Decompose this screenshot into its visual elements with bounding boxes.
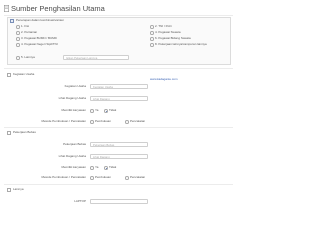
page-title: Sumber Penghasilan Utama — [11, 4, 105, 13]
freelance-employees-no-radio[interactable] — [104, 166, 108, 170]
option-radio-4[interactable] — [16, 43, 20, 47]
freelance-checkbox[interactable] — [7, 131, 11, 135]
option-radio-r4[interactable] — [150, 43, 154, 47]
option-radio-5[interactable] — [16, 56, 20, 60]
website-link[interactable]: www.kadaganie.com — [150, 77, 178, 81]
freelance-bookkeeping-option: Pembukuan — [95, 175, 112, 179]
option-radio-r2[interactable] — [150, 31, 154, 35]
occupation-header: Penerapan dalam kombinasi/variasi — [16, 18, 64, 22]
freelance-employees-yes-label: Ya — [95, 165, 99, 169]
business-name-input[interactable]: Kegiatan Usaha — [90, 84, 148, 89]
divider-3 — [4, 184, 233, 185]
option-label-4: 4. Pegawai Negeri Sipil/TNI — [21, 42, 58, 46]
other-checkbox-label: Lainnya — [13, 187, 24, 191]
option-label-5: 5. Lainnya — [21, 55, 35, 59]
freelance-name-input[interactable]: Pekerjaan Bebas — [90, 142, 148, 147]
freelance-recording-radio[interactable] — [125, 176, 129, 180]
business-checkbox[interactable] — [7, 73, 11, 77]
divider-2 — [4, 127, 233, 128]
business-bookkeeping-radio[interactable] — [90, 120, 94, 124]
other-occupation-input[interactable]: Isikan Pekerjaan Lainnya — [63, 55, 129, 60]
business-bookkeeping-label: Metode Pembukuan / Pencatatan — [41, 119, 86, 123]
business-recording-radio[interactable] — [125, 120, 129, 124]
option-radio-r1[interactable] — [150, 25, 154, 29]
option-radio-r3[interactable] — [150, 37, 154, 41]
other-checkbox[interactable] — [7, 188, 11, 192]
business-employees-yes-radio[interactable] — [90, 109, 94, 113]
business-employees-no-radio[interactable] — [104, 109, 108, 113]
freelance-checkbox-label: Pekerjaan Bebas — [13, 130, 36, 134]
freelance-trade-label: Lihat Dagang Usaha — [58, 154, 86, 158]
freelance-employees-label: Memiliki karyawan — [61, 165, 86, 169]
freelance-employees-no-label: Tidak — [109, 165, 117, 169]
option-radio-3[interactable] — [16, 37, 20, 41]
business-bookkeeping-option: Pembukuan — [95, 119, 112, 123]
title-divider — [4, 15, 233, 16]
freelance-bookkeeping-label: Metode Pembukuan / Pencatatan — [41, 175, 86, 179]
option-label-1: 1. Fisi — [21, 24, 30, 28]
freelance-bookkeeping-radio[interactable] — [90, 176, 94, 180]
freelance-name-label: Pekerjaan Bebas — [63, 142, 86, 146]
business-employees-yes-label: Ya — [95, 108, 99, 112]
business-trade-label: Lihat Dagang Usaha — [58, 96, 86, 100]
freelance-recording-option: Pencatatan — [130, 175, 146, 179]
option-radio-2[interactable] — [16, 31, 20, 35]
option-label-r3: 6. Pegawai Bidang Swasta — [155, 36, 191, 40]
business-employees-no-label: Tidak — [109, 108, 117, 112]
document-icon — [4, 5, 9, 12]
business-employees-label: Memiliki karyawan — [61, 108, 86, 112]
freelance-employees-yes-radio[interactable] — [90, 166, 94, 170]
divider-1 — [4, 68, 233, 69]
option-label-2: 2. Pertanian — [21, 30, 38, 34]
occupation-checkbox[interactable] — [10, 19, 14, 23]
laptop-input[interactable] — [90, 199, 148, 204]
option-label-3: 3. Pegawai BUMN / BUMD — [21, 36, 57, 40]
business-recording-option: Pencatatan — [130, 119, 146, 123]
option-radio-1[interactable] — [16, 25, 20, 29]
laptop-label: LAPTOP — [74, 199, 86, 203]
freelance-trade-input[interactable]: Lihat Dagang — [90, 154, 148, 159]
option-label-r1: 2. TNI / Polri — [155, 24, 172, 28]
business-name-label: Kegiatan Usaha — [64, 84, 86, 88]
option-label-r2: 4. Pegawai Swasta — [155, 30, 181, 34]
business-checkbox-label: Kegiatan Usaha — [13, 72, 35, 76]
option-label-r4: 8. Pekerjaan lainnya/campuran lainnya — [155, 42, 207, 46]
business-trade-input[interactable]: Lihat Dagang — [90, 96, 148, 101]
